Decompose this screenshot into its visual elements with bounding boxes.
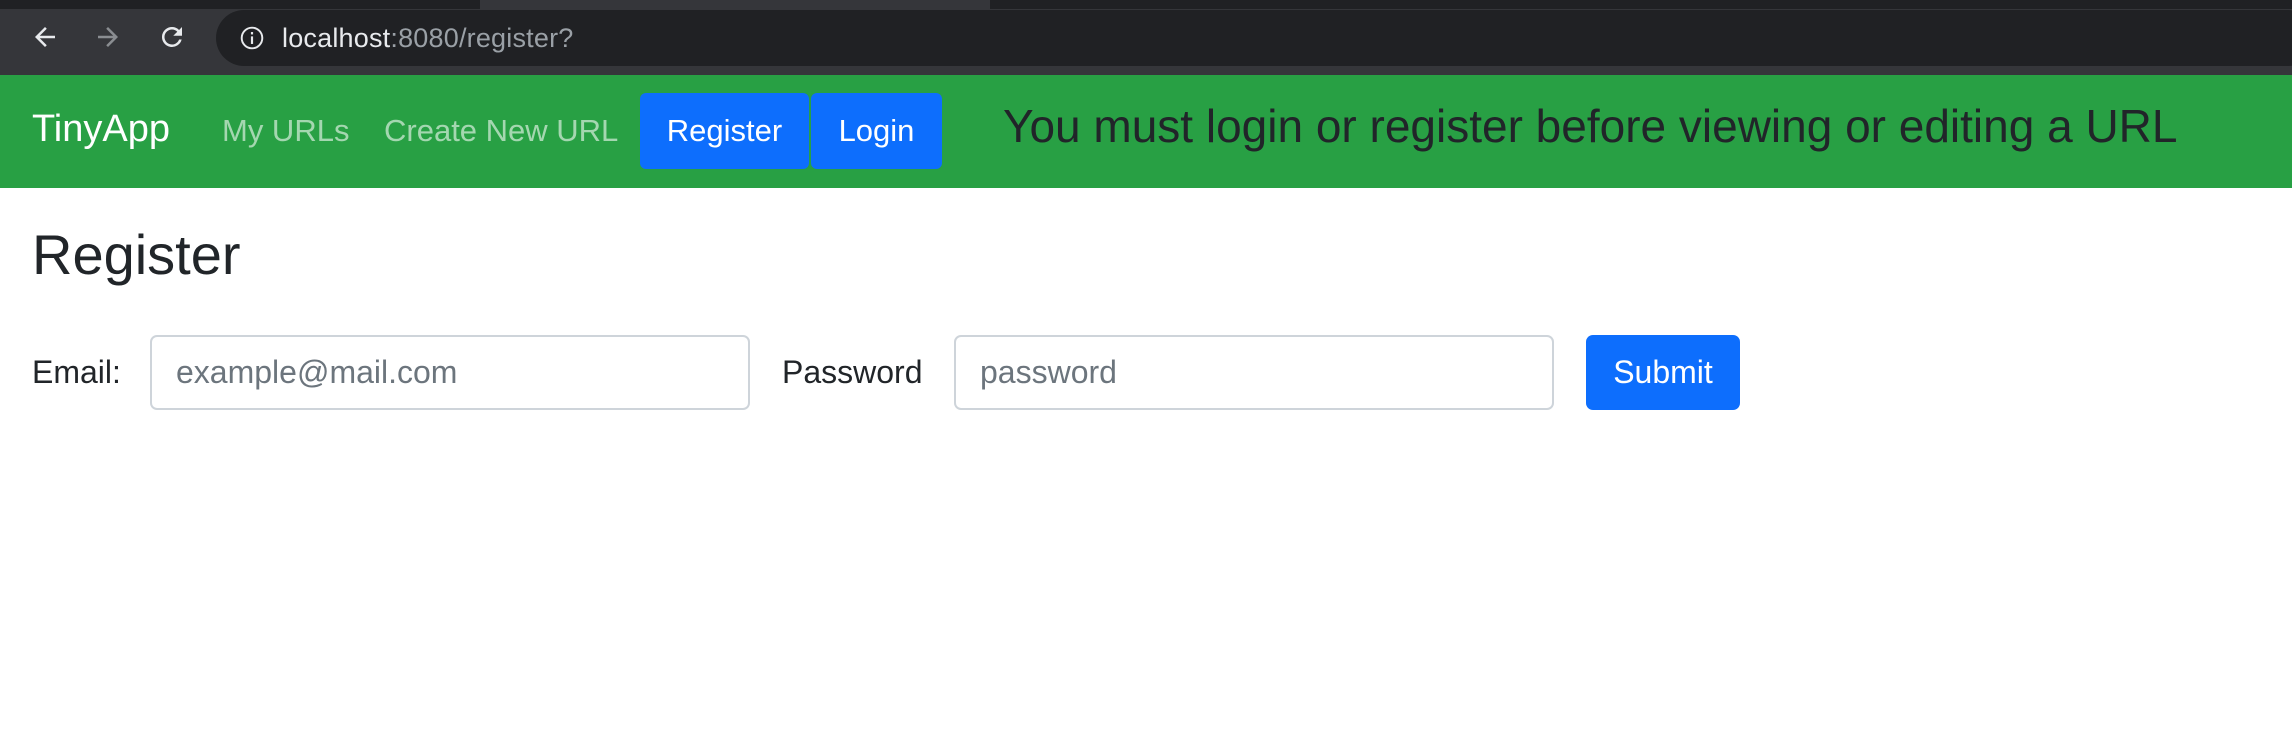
nav-link-my-urls[interactable]: My URLs — [222, 113, 349, 149]
back-button[interactable] — [25, 17, 65, 57]
arrow-right-icon — [98, 27, 118, 47]
password-field[interactable] — [954, 335, 1554, 410]
browser-toolbar: localhost:8080/register? — [0, 0, 2292, 75]
browser-tabstrip — [0, 0, 2292, 9]
login-button[interactable]: Login — [811, 93, 942, 169]
forward-button[interactable] — [88, 17, 128, 57]
active-tab[interactable] — [480, 0, 990, 9]
address-url[interactable]: localhost:8080/register? — [282, 23, 574, 54]
register-button[interactable]: Register — [640, 93, 809, 169]
url-host: localhost — [282, 22, 391, 53]
info-icon[interactable] — [238, 24, 266, 52]
reload-button[interactable] — [152, 17, 192, 57]
email-label: Email: — [32, 354, 121, 390]
reload-icon — [161, 26, 182, 47]
nav-link-create-new-url[interactable]: Create New URL — [384, 113, 618, 149]
url-path: :8080/register? — [390, 22, 574, 53]
login-required-message: You must login or register before viewin… — [1003, 100, 2178, 152]
arrow-left-icon — [35, 27, 55, 47]
app-navbar: TinyApp My URLs Create New URL Register … — [0, 75, 2292, 188]
page-title: Register — [32, 223, 241, 286]
email-field[interactable] — [150, 335, 750, 410]
password-label: Password — [782, 354, 923, 390]
brand-link[interactable]: TinyApp — [32, 108, 170, 151]
submit-button[interactable]: Submit — [1586, 335, 1740, 410]
address-bar[interactable]: localhost:8080/register? — [216, 10, 2292, 66]
